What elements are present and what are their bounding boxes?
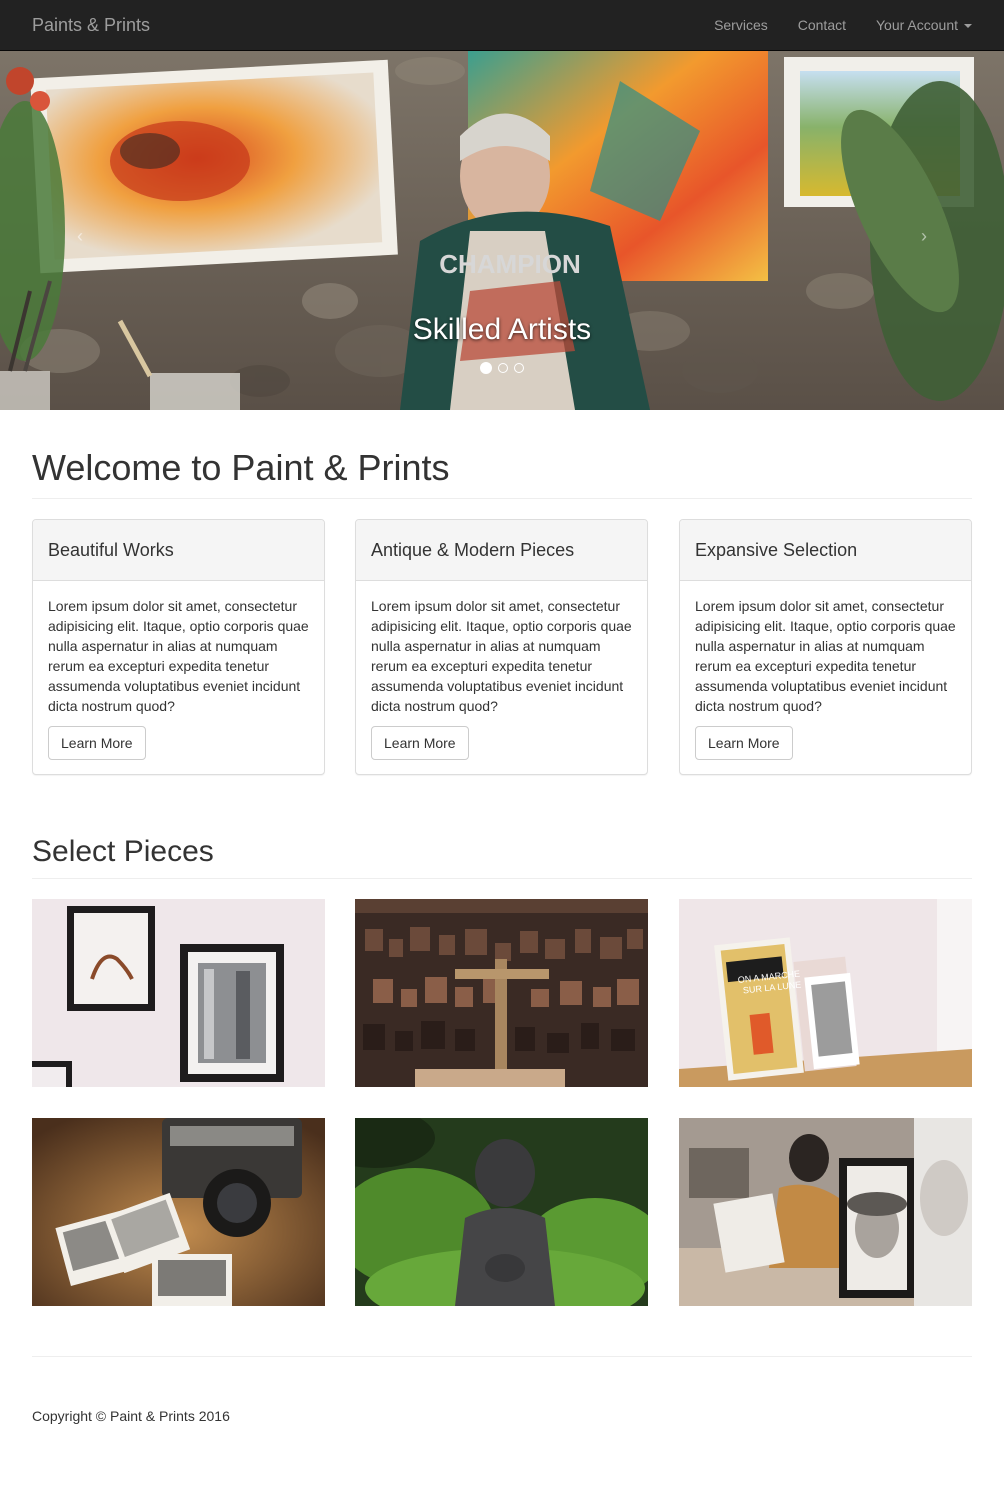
hero-carousel: CHAMPION ‹ › Skilled Artists — [0, 51, 1004, 410]
panel-title: Antique & Modern Pieces — [356, 520, 647, 581]
feature-panel: Antique & Modern Pieces Lorem ipsum dolo… — [355, 519, 648, 775]
nav-services-link[interactable]: Services — [714, 0, 768, 50]
panel-text: Lorem ipsum dolor sit amet, consectetur … — [48, 598, 309, 714]
carousel-caption: Skilled Artists — [412, 313, 592, 346]
svg-text:CHAMPION: CHAMPION — [439, 249, 581, 279]
gallery-item-framed-prints[interactable] — [32, 899, 325, 1087]
carousel-indicator-2[interactable] — [498, 363, 508, 373]
feature-panel: Expansive Selection Lorem ipsum dolor si… — [679, 519, 972, 775]
carousel-prev-control[interactable]: ‹ — [60, 216, 100, 256]
nav-account-dropdown[interactable]: Your Account — [876, 0, 972, 50]
panel-title: Beautiful Works — [33, 520, 324, 581]
carousel-indicators — [0, 362, 1004, 374]
nav-account-label: Your Account — [876, 17, 958, 33]
gallery-item-portrait-artist[interactable] — [679, 1118, 972, 1306]
gallery-item-type-blocks[interactable] — [355, 899, 648, 1087]
top-navbar: Paints & Prints Services Contact Your Ac… — [0, 0, 1004, 51]
select-pieces-heading: Select Pieces — [32, 835, 214, 868]
select-pieces-header: Select Pieces — [32, 834, 972, 879]
footer-divider — [32, 1356, 972, 1357]
gallery-item-vintage-posters[interactable]: ON A MARCHE SUR LA LUNE — [679, 899, 972, 1087]
nav-contact-link[interactable]: Contact — [798, 0, 846, 50]
footer-copyright: Copyright © Paint & Prints 2016 — [32, 1408, 230, 1424]
panel-text: Lorem ipsum dolor sit amet, consectetur … — [371, 598, 632, 714]
panel-body: Lorem ipsum dolor sit amet, consectetur … — [33, 581, 324, 775]
gallery-item-camera-polaroids[interactable] — [32, 1118, 325, 1306]
learn-more-button[interactable]: Learn More — [48, 726, 146, 760]
panel-body: Lorem ipsum dolor sit amet, consectetur … — [356, 581, 647, 775]
carousel-next-control[interactable]: › — [904, 216, 944, 256]
feature-panel: Beautiful Works Lorem ipsum dolor sit am… — [32, 519, 325, 775]
welcome-heading: Welcome to Paint & Prints — [32, 447, 450, 488]
learn-more-button[interactable]: Learn More — [695, 726, 793, 760]
hero-image-artist: CHAMPION — [0, 51, 1004, 410]
carousel-indicator-3[interactable] — [514, 363, 524, 373]
caret-down-icon — [964, 24, 972, 29]
panel-text: Lorem ipsum dolor sit amet, consectetur … — [695, 598, 956, 714]
gallery-item-stone-statue[interactable] — [355, 1118, 648, 1306]
nav-links: Services Contact Your Account — [684, 0, 972, 50]
learn-more-button[interactable]: Learn More — [371, 726, 469, 760]
carousel-indicator-1[interactable] — [480, 362, 492, 374]
welcome-header: Welcome to Paint & Prints — [32, 448, 972, 499]
brand-link[interactable]: Paints & Prints — [32, 14, 150, 36]
panel-body: Lorem ipsum dolor sit amet, consectetur … — [680, 581, 971, 775]
panel-title: Expansive Selection — [680, 520, 971, 581]
